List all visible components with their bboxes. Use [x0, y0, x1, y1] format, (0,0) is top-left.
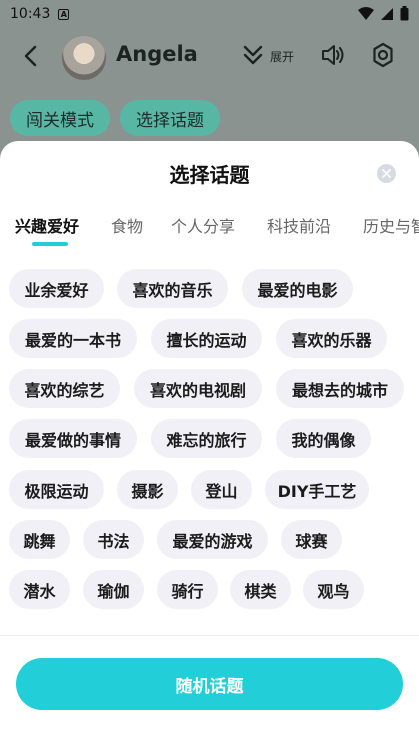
topic-chip[interactable]: 棋类 [230, 570, 291, 609]
mode-selector: 闯关模式 选择话题 [10, 100, 220, 136]
expand-label[interactable]: 展开 [270, 48, 294, 65]
status-icons [358, 6, 409, 21]
topic-chip[interactable]: 观鸟 [303, 570, 364, 609]
topic-chip[interactable]: 登山 [191, 470, 252, 509]
topic-chip[interactable]: 潜水 [9, 570, 70, 609]
gear-icon[interactable] [370, 42, 396, 68]
challenge-mode-button[interactable]: 闯关模式 [10, 100, 110, 136]
topic-chip[interactable]: 最想去的城市 [276, 369, 404, 408]
choose-topic-button[interactable]: 选择话题 [120, 100, 220, 136]
topic-chip[interactable]: 喜欢的音乐 [117, 269, 228, 308]
topic-chip[interactable]: 跳舞 [9, 520, 70, 559]
topic-chip[interactable]: 喜欢的乐器 [276, 319, 387, 358]
topic-chip[interactable]: 最爱的游戏 [157, 520, 268, 559]
battery-icon [400, 6, 409, 21]
topic-chip[interactable]: 难忘的旅行 [151, 419, 262, 458]
topic-chip[interactable]: 喜欢的电视剧 [134, 369, 262, 408]
wifi-icon [358, 6, 374, 20]
topic-chip[interactable]: 最爱的一本书 [9, 319, 137, 358]
avatar[interactable] [62, 36, 106, 80]
app-notification-icon: A [58, 8, 70, 20]
topic-chip[interactable]: 最爱的电影 [242, 269, 353, 308]
topic-chip[interactable]: 球赛 [281, 520, 342, 559]
topic-chip[interactable]: 我的偶像 [276, 419, 371, 458]
topic-chip[interactable]: 书法 [83, 520, 144, 559]
topic-chip[interactable]: 喜欢的综艺 [9, 369, 120, 408]
topic-chip[interactable]: 摄影 [117, 470, 178, 509]
topic-chip[interactable]: 极限运动 [9, 470, 104, 509]
chat-header: Angela 展开 [0, 28, 419, 86]
topic-chip[interactable]: 业余爱好 [9, 269, 104, 308]
topic-chip[interactable]: 最爱做的事情 [9, 419, 137, 458]
double-chevron-down-icon[interactable] [242, 44, 264, 66]
topic-chip[interactable]: 瑜伽 [83, 570, 144, 609]
character-name: Angela [116, 42, 198, 66]
status-time: 10:43 [10, 6, 51, 22]
topic-chip[interactable]: DIY手工艺 [265, 470, 369, 509]
topic-chip[interactable]: 骑行 [157, 570, 218, 609]
back-arrow-icon[interactable] [20, 44, 44, 68]
status-bar: 10:43 A [0, 0, 419, 28]
topic-chip[interactable]: 擅长的运动 [151, 319, 262, 358]
topic-picker-sheet: 选择话题 兴趣爱好 食物 个人分享 科技前沿 历史与智 业余爱好 喜欢的音乐 最… [0, 141, 419, 745]
speaker-icon[interactable] [320, 42, 346, 68]
sheet-footer: 随机话题 [0, 635, 419, 745]
signal-icon [381, 7, 393, 20]
random-topic-button[interactable]: 随机话题 [16, 658, 403, 710]
